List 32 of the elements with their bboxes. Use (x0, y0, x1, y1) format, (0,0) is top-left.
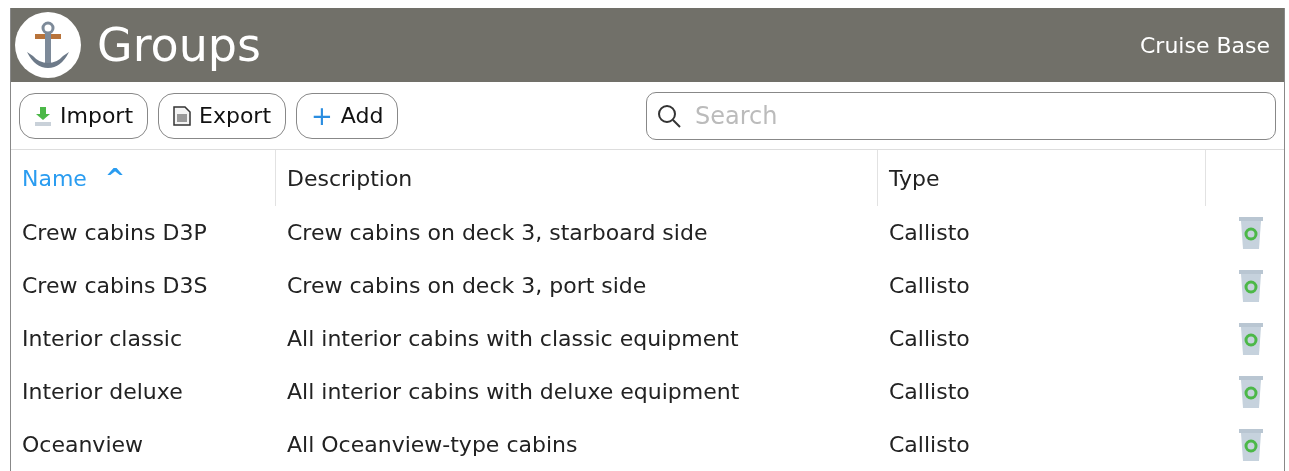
name-cell-text: Crew cabins D3P (21, 219, 208, 247)
search-icon (656, 102, 682, 129)
sort-ascending-icon: ^ (104, 166, 125, 190)
recycle-bin-icon[interactable] (1238, 427, 1264, 462)
description-cell-text: All interior cabins with classic equipment (286, 325, 740, 353)
recycle-bin-icon[interactable] (1238, 268, 1264, 303)
type-cell-text: Callisto (888, 219, 971, 247)
description-cell-text: All Oceanview-type cabins (286, 431, 579, 459)
document-icon (173, 105, 191, 126)
download-icon (34, 105, 52, 126)
recycle-bin-icon[interactable] (1238, 374, 1264, 409)
search-field[interactable]: Search (646, 91, 1276, 140)
description-cell-text: All interior cabins with deluxe equipment (286, 378, 741, 406)
description-cell-text: Crew cabins on deck 3, starboard side (286, 219, 709, 247)
type-cell-text: Callisto (888, 378, 971, 406)
type-cell-text: Callisto (888, 272, 971, 300)
export-button[interactable]: Export (158, 92, 287, 139)
app-name: Cruise Base (1139, 31, 1270, 60)
name-cell-text: Crew cabins D3S (21, 272, 209, 300)
recycle-bin-icon[interactable] (1238, 321, 1264, 356)
anchor-logo-icon (15, 12, 81, 78)
column-header[interactable]: Type (889, 161, 940, 195)
description-cell-text: Crew cabins on deck 3, port side (286, 272, 648, 300)
name-cell-text: Oceanview (21, 431, 145, 459)
recycle-bin-icon[interactable] (1238, 215, 1264, 250)
name-cell-text: Interior deluxe (21, 378, 184, 406)
add-button[interactable]: + Add (296, 92, 399, 139)
column-header[interactable]: Description (287, 161, 413, 195)
type-cell-text: Callisto (888, 325, 971, 353)
name-cell-text: Interior classic (21, 325, 184, 353)
import-button[interactable]: Import (19, 92, 148, 139)
type-cell-text: Callisto (888, 431, 971, 459)
